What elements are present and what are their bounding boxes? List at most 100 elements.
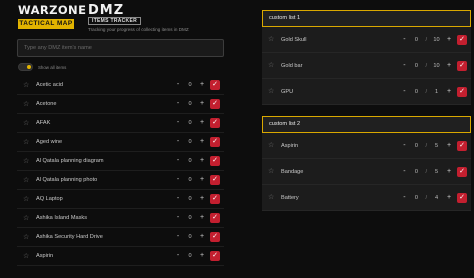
custom-list-title[interactable]: custom list 1 [262,10,471,27]
check-icon[interactable]: ✓ [210,80,220,90]
page-description: Tracking your progress of collecting ite… [88,27,189,32]
star-icon[interactable]: ☆ [23,120,30,127]
minus-icon[interactable]: - [175,233,181,241]
minus-icon[interactable]: - [175,176,181,184]
plus-icon[interactable]: + [199,100,205,108]
plus-icon[interactable]: + [199,195,205,203]
star-icon[interactable]: ☆ [23,196,30,203]
slash-separator: / [425,168,427,175]
minus-icon[interactable]: - [401,62,407,70]
minus-icon[interactable]: - [175,81,181,89]
item-max: 1 [434,88,439,95]
item-quantity: 0 [188,196,192,202]
plus-icon[interactable]: + [446,88,452,96]
star-icon[interactable]: ☆ [23,101,30,108]
list-item: ☆ Al Qatala planning diagram - 0 + ✓ [17,152,224,171]
plus-icon[interactable]: + [199,157,205,165]
check-icon[interactable]: ✓ [457,34,467,45]
minus-icon[interactable]: - [175,195,181,203]
quantity-stepper[interactable]: -0 / 10 + ✓ [401,34,467,45]
plus-icon[interactable]: + [199,214,205,222]
star-icon[interactable]: ☆ [23,177,30,184]
list-item: ☆ AQ Laptop - 0 + ✓ [17,190,224,209]
minus-icon[interactable]: - [175,157,181,165]
minus-icon[interactable]: - [401,194,407,202]
star-icon[interactable]: ☆ [23,215,30,222]
warzone-logo[interactable]: WARZONE TACTICAL MAP [18,4,86,29]
plus-icon[interactable]: + [446,194,452,202]
plus-icon[interactable]: + [199,138,205,146]
star-icon[interactable]: ☆ [268,36,275,43]
plus-icon[interactable]: + [199,119,205,127]
check-icon[interactable]: ✓ [210,156,220,166]
check-icon[interactable]: ✓ [210,137,220,147]
quantity-stepper[interactable]: - 0 + ✓ [175,156,220,166]
check-icon[interactable]: ✓ [210,232,220,242]
minus-icon[interactable]: - [401,88,407,96]
logo-subtitle: TACTICAL MAP [18,19,74,29]
minus-icon[interactable]: - [175,138,181,146]
plus-icon[interactable]: + [199,233,205,241]
minus-icon[interactable]: - [175,252,181,260]
custom-list-title[interactable]: custom list 2 [262,116,471,133]
quantity-stepper[interactable]: - 0 + ✓ [175,137,220,147]
star-icon[interactable]: ☆ [268,168,275,175]
plus-icon[interactable]: + [446,168,452,176]
item-name: Aspirin [281,142,299,149]
minus-icon[interactable]: - [175,100,181,108]
check-icon[interactable]: ✓ [457,60,467,71]
minus-icon[interactable]: - [175,119,181,127]
quantity-stepper[interactable]: - 0 + ✓ [175,251,220,261]
check-icon[interactable]: ✓ [457,192,467,203]
custom-list-row: ☆ Battery -0 / 4 + ✓ [262,185,471,211]
item-max: 5 [434,142,439,149]
quantity-stepper[interactable]: -0 / 4 + ✓ [401,192,467,203]
plus-icon[interactable]: + [446,62,452,70]
minus-icon[interactable]: - [401,142,407,150]
plus-icon[interactable]: + [199,252,205,260]
plus-icon[interactable]: + [199,176,205,184]
star-icon[interactable]: ☆ [23,139,30,146]
check-icon[interactable]: ✓ [457,86,467,97]
plus-icon[interactable]: + [446,36,452,44]
star-icon[interactable]: ☆ [268,88,275,95]
list-item: ☆ Ashika Island Masks - 0 + ✓ [17,209,224,228]
star-icon[interactable]: ☆ [268,194,275,201]
quantity-stepper[interactable]: - 0 + ✓ [175,232,220,242]
show-all-toggle-row[interactable]: Show all items [18,63,66,71]
quantity-stepper[interactable]: -0 / 5 + ✓ [401,140,467,151]
star-icon[interactable]: ☆ [268,142,275,149]
star-icon[interactable]: ☆ [23,82,30,89]
check-icon[interactable]: ✓ [210,213,220,223]
quantity-stepper[interactable]: - 0 + ✓ [175,213,220,223]
item-name: Battery [281,194,299,201]
plus-icon[interactable]: + [199,81,205,89]
check-icon[interactable]: ✓ [210,175,220,185]
search-input[interactable] [17,39,224,57]
star-icon[interactable]: ☆ [23,234,30,241]
minus-icon[interactable]: - [401,36,407,44]
quantity-stepper[interactable]: - 0 + ✓ [175,99,220,109]
star-icon[interactable]: ☆ [23,158,30,165]
quantity-stepper[interactable]: -0 / 1 + ✓ [401,86,467,97]
item-quantity: 0 [414,62,418,69]
quantity-stepper[interactable]: - 0 + ✓ [175,80,220,90]
star-icon[interactable]: ☆ [268,62,275,69]
check-icon[interactable]: ✓ [210,99,220,109]
check-icon[interactable]: ✓ [457,166,467,177]
item-quantity: 0 [188,177,192,183]
star-icon[interactable]: ☆ [23,253,30,260]
plus-icon[interactable]: + [446,142,452,150]
minus-icon[interactable]: - [401,168,407,176]
check-icon[interactable]: ✓ [210,251,220,261]
show-all-toggle[interactable] [18,63,33,71]
quantity-stepper[interactable]: -0 / 10 + ✓ [401,60,467,71]
quantity-stepper[interactable]: -0 / 5 + ✓ [401,166,467,177]
quantity-stepper[interactable]: - 0 + ✓ [175,175,220,185]
quantity-stepper[interactable]: - 0 + ✓ [175,194,220,204]
minus-icon[interactable]: - [175,214,181,222]
check-icon[interactable]: ✓ [210,194,220,204]
quantity-stepper[interactable]: - 0 + ✓ [175,118,220,128]
check-icon[interactable]: ✓ [457,140,467,151]
check-icon[interactable]: ✓ [210,118,220,128]
